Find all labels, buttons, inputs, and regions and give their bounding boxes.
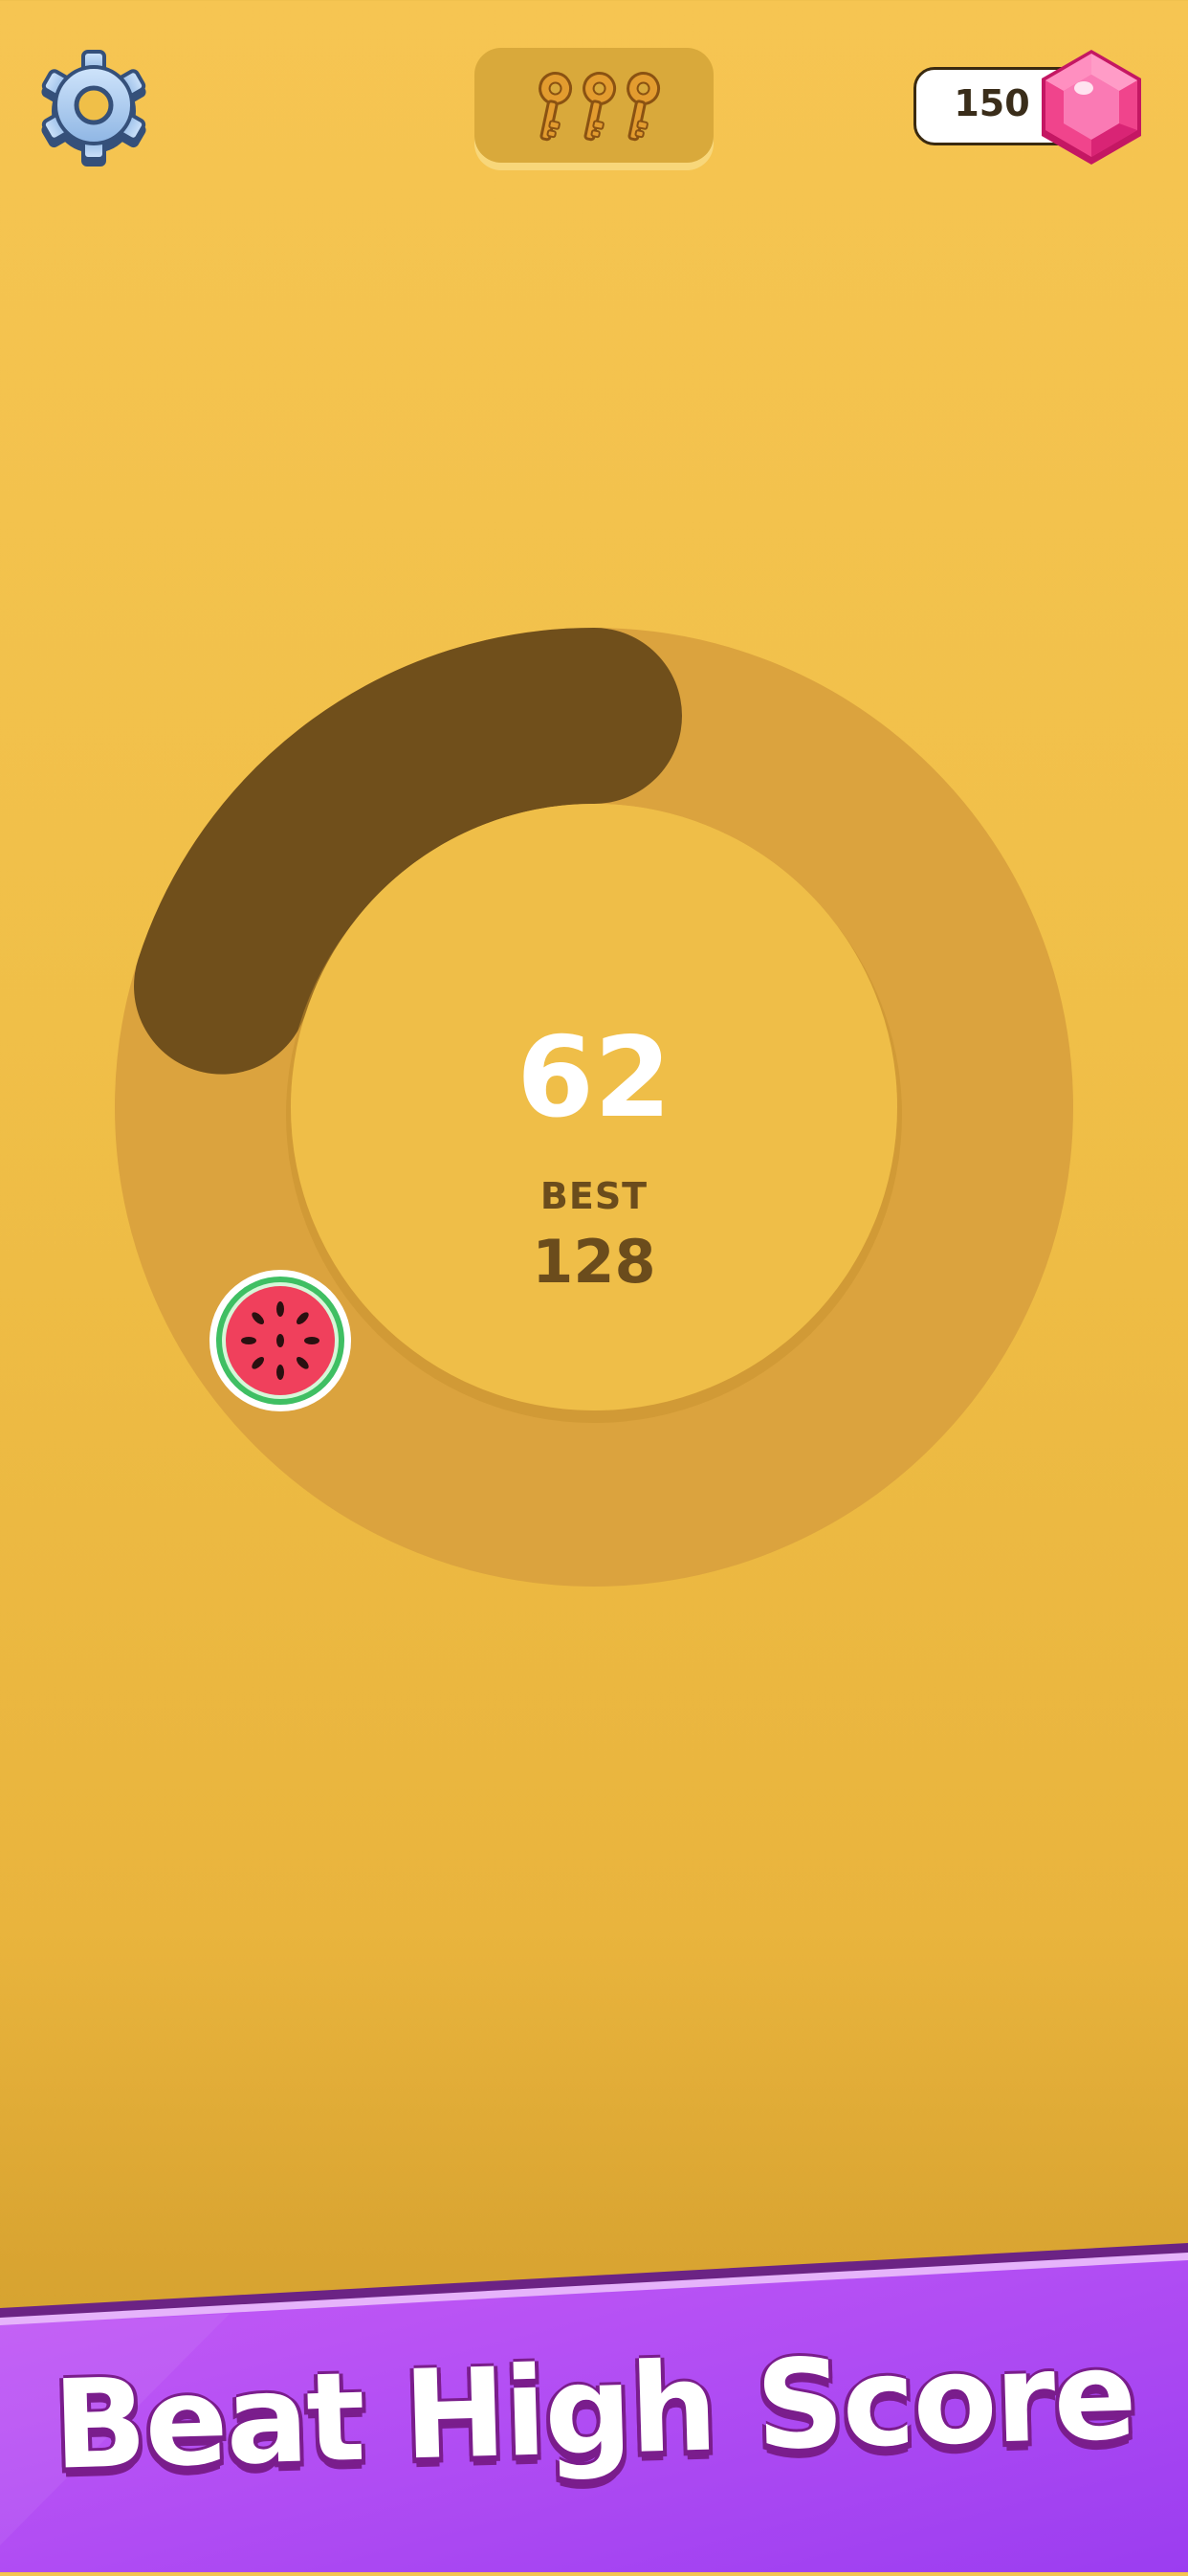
seed [276, 1334, 284, 1347]
seed [304, 1337, 319, 1344]
gem-counter[interactable]: 150 [913, 50, 1143, 165]
best-label: BEST [539, 1175, 649, 1217]
gear-icon [41, 50, 146, 167]
settings-button[interactable] [36, 42, 151, 167]
watermelon-icon [209, 1270, 351, 1411]
gem-count: 150 [954, 82, 1030, 124]
seed [241, 1337, 256, 1344]
current-score: 62 [517, 1013, 671, 1143]
key-icon [583, 71, 617, 142]
best-score: 128 [532, 1227, 656, 1297]
keys-indicator [474, 48, 714, 163]
gem-icon [1042, 50, 1141, 165]
key-icon [539, 71, 573, 142]
seed [276, 1365, 284, 1380]
player-piece[interactable] [209, 1269, 352, 1412]
seed [276, 1301, 284, 1317]
key-icon [627, 71, 661, 142]
